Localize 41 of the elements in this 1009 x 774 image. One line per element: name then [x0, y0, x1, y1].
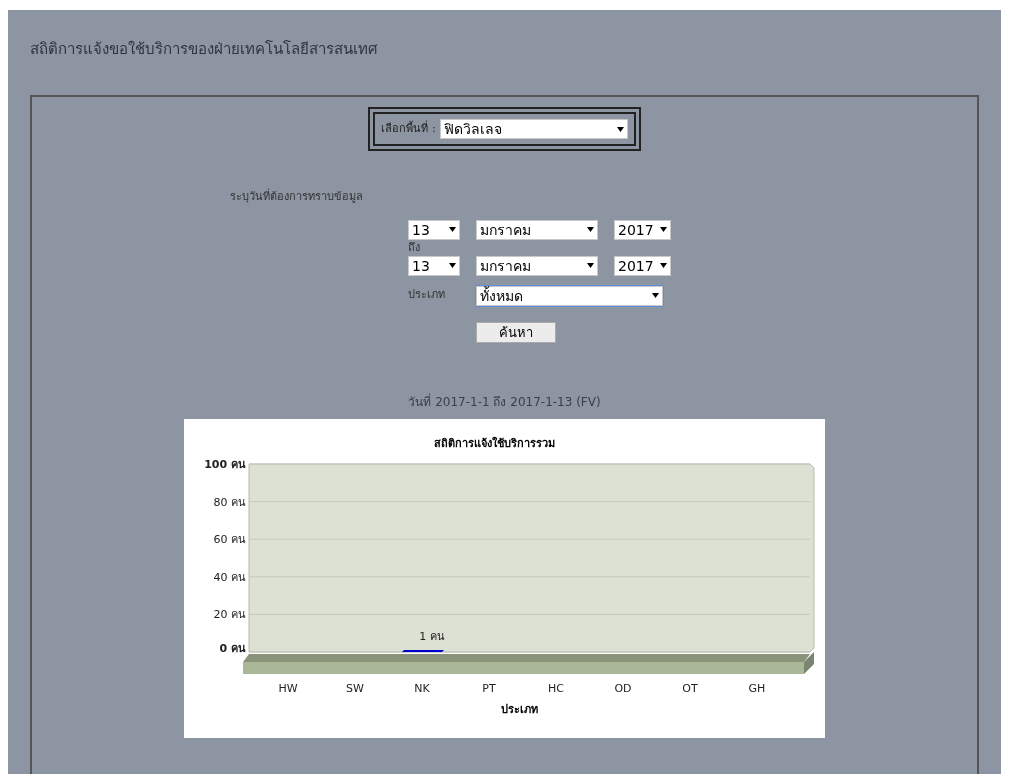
search-button[interactable]: ค้นหา — [476, 321, 556, 343]
x-tick-label: HW — [278, 681, 298, 695]
data-label: 1 คน — [419, 629, 445, 643]
caret-icon — [449, 227, 456, 232]
x-tick-label: NK — [414, 681, 430, 695]
day-select[interactable]: 13 — [408, 255, 460, 276]
month-select[interactable]: มกราคม — [476, 255, 598, 276]
caret-icon — [616, 126, 624, 132]
area-select[interactable]: ฟิดวิลเลจ — [439, 119, 628, 139]
x-tick-label: OD — [614, 681, 632, 695]
area-label: เลือกพื้นที่ : — [381, 120, 436, 137]
y-tick-label: 20 คน — [213, 607, 246, 621]
y-tick-label: 100 คน — [204, 457, 246, 471]
chart-title: สถิติการแจ้งใช้บริการรวม — [434, 436, 555, 450]
caret-icon — [652, 293, 659, 298]
y-tick-label: 0 คน — [219, 641, 246, 655]
x-tick-label: GH — [748, 681, 766, 695]
y-tick-label: 80 คน — [213, 495, 246, 509]
y-tick-label: 40 คน — [213, 570, 246, 584]
month-select[interactable]: มกราคม — [476, 219, 598, 240]
caret-icon — [449, 263, 456, 268]
date-prompt: ระบุวันที่ต้องการทราบข้อมูล — [230, 189, 364, 205]
caret-icon — [660, 227, 667, 232]
type-label: ประเภท — [408, 287, 446, 304]
x-tick-label: HC — [548, 681, 564, 695]
y-tick-label: 60 คน — [213, 532, 246, 546]
caret-icon — [587, 227, 594, 232]
bar — [402, 649, 444, 652]
caret-icon — [587, 263, 594, 268]
x-tick-label: OT — [682, 681, 698, 695]
x-axis-title: ประเภท — [500, 702, 538, 716]
day-select[interactable]: 13 — [408, 219, 460, 240]
to-label: ถึง — [408, 239, 420, 256]
year-select[interactable]: 2017 — [614, 255, 671, 276]
x-tick-label: SW — [346, 681, 364, 695]
year-select[interactable]: 2017 — [614, 219, 671, 240]
result-caption: วันที่ 2017-1-1 ถึง 2017-1-13 (FV) — [408, 392, 601, 411]
type-select[interactable]: ทั้งหมด — [476, 285, 663, 306]
x-tick-label: PT — [482, 681, 496, 695]
caret-icon — [660, 263, 667, 268]
page-title: สถิติการแจ้งขอใช้บริการของฝ่ายเทคโนโลยีสารสนเทศ — [30, 39, 379, 60]
